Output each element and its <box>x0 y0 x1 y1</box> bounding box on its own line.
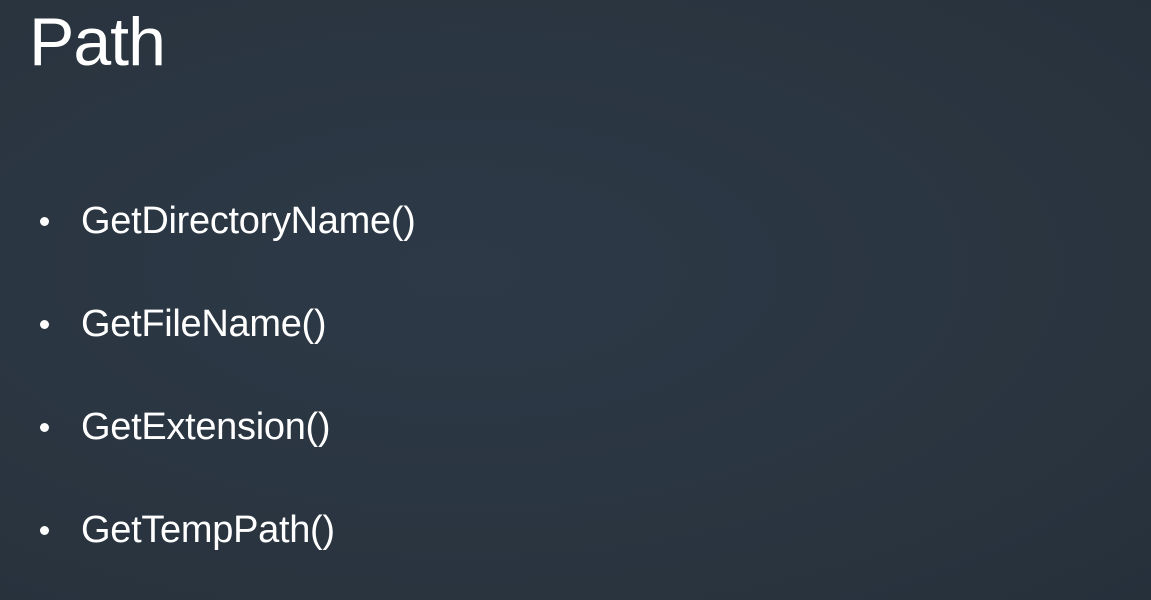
bullet-item-get-directory-name: GetDirectoryName() <box>40 195 416 298</box>
bullet-item-get-file-name: GetFileName() <box>40 298 416 401</box>
bullet-text: GetExtension() <box>81 406 331 448</box>
bullet-text: GetTempPath() <box>81 509 335 551</box>
bullet-dot-icon <box>40 423 49 432</box>
bullet-dot-icon <box>40 320 49 329</box>
bullet-text: GetDirectoryName() <box>81 200 416 242</box>
bullet-item-get-extension: GetExtension() <box>40 401 416 504</box>
slide: Path GetDirectoryName() GetFileName() Ge… <box>0 0 1151 600</box>
bullet-item-get-temp-path: GetTempPath() <box>40 504 416 600</box>
bullet-text: GetFileName() <box>81 303 327 345</box>
bullet-list: GetDirectoryName() GetFileName() GetExte… <box>40 195 416 600</box>
bullet-dot-icon <box>40 217 49 226</box>
bullet-dot-icon <box>40 526 49 535</box>
slide-title: Path <box>29 4 166 80</box>
